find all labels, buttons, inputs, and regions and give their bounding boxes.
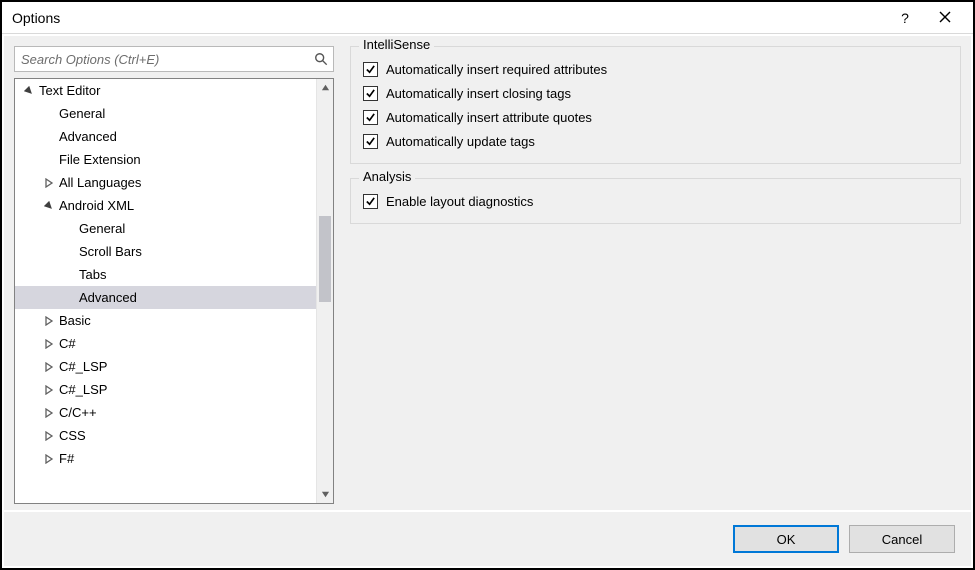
expander-closed-icon[interactable]	[43, 430, 55, 442]
expander-closed-icon[interactable]	[43, 361, 55, 373]
tree-node[interactable]: General	[15, 102, 316, 125]
search-input[interactable]	[14, 46, 334, 72]
tree-node[interactable]: Advanced	[15, 125, 316, 148]
checkbox-row[interactable]: Automatically insert closing tags	[363, 81, 948, 105]
tree-node[interactable]: Advanced	[15, 286, 316, 309]
tree-node[interactable]: Tabs	[15, 263, 316, 286]
settings-group: IntelliSenseAutomatically insert require…	[350, 46, 961, 164]
tree-node[interactable]: C#_LSP	[15, 378, 316, 401]
tree-node-label: File Extension	[59, 152, 141, 167]
tree-node[interactable]: C#	[15, 332, 316, 355]
tree-node-label: Text Editor	[39, 83, 100, 98]
tree-node[interactable]: Text Editor	[15, 79, 316, 102]
tree-node-label: Advanced	[59, 129, 117, 144]
tree-node[interactable]: All Languages	[15, 171, 316, 194]
tree-node-label: C#_LSP	[59, 359, 107, 374]
close-icon	[939, 10, 951, 26]
tree-node-label: General	[79, 221, 125, 236]
checkbox-label: Automatically insert required attributes	[386, 62, 607, 77]
tree-node-label: Android XML	[59, 198, 134, 213]
expander-closed-icon[interactable]	[43, 453, 55, 465]
left-column: Text Editor General Advanced File Extension…	[14, 46, 334, 504]
expander-closed-icon[interactable]	[43, 315, 55, 327]
tree-node-label: All Languages	[59, 175, 141, 190]
scroll-up-icon[interactable]	[317, 79, 333, 96]
expander-closed-icon[interactable]	[43, 407, 55, 419]
dialog-footer: OK Cancel	[4, 512, 971, 566]
tree-node-label: C/C++	[59, 405, 97, 420]
checkbox[interactable]	[363, 62, 378, 77]
tree-node[interactable]: General	[15, 217, 316, 240]
expander-open-icon[interactable]	[43, 200, 55, 212]
checkbox-row[interactable]: Automatically insert required attributes	[363, 57, 948, 81]
checkbox[interactable]	[363, 134, 378, 149]
help-button[interactable]: ?	[885, 2, 925, 34]
close-button[interactable]	[925, 2, 965, 34]
tree-node[interactable]: CSS	[15, 424, 316, 447]
expander-open-icon[interactable]	[23, 85, 35, 97]
client-area: Text Editor General Advanced File Extension…	[4, 36, 971, 510]
tree-node[interactable]: Scroll Bars	[15, 240, 316, 263]
expander-closed-icon[interactable]	[43, 177, 55, 189]
checkbox-label: Automatically insert attribute quotes	[386, 110, 592, 125]
checkbox-label: Automatically insert closing tags	[386, 86, 571, 101]
group-legend: Analysis	[359, 169, 415, 184]
titlebar: Options ?	[2, 2, 973, 34]
checkbox[interactable]	[363, 110, 378, 125]
tree-node-label: Scroll Bars	[79, 244, 142, 259]
settings-panel: IntelliSenseAutomatically insert require…	[350, 46, 961, 504]
expander-closed-icon[interactable]	[43, 384, 55, 396]
tree-node-label: CSS	[59, 428, 86, 443]
search-wrap	[14, 46, 334, 72]
tree-node-label: Advanced	[79, 290, 137, 305]
checkbox-row[interactable]: Automatically update tags	[363, 129, 948, 153]
tree-node[interactable]: C/C++	[15, 401, 316, 424]
scroll-thumb[interactable]	[319, 216, 331, 302]
tree-node-label: F#	[59, 451, 74, 466]
checkbox-label: Enable layout diagnostics	[386, 194, 533, 209]
ok-button[interactable]: OK	[733, 525, 839, 553]
checkbox-row[interactable]: Enable layout diagnostics	[363, 189, 948, 213]
tree-node-label: C#_LSP	[59, 382, 107, 397]
settings-group: AnalysisEnable layout diagnostics	[350, 178, 961, 224]
tree-node-label: C#	[59, 336, 76, 351]
tree-node[interactable]: Basic	[15, 309, 316, 332]
scroll-down-icon[interactable]	[317, 486, 333, 503]
window-title: Options	[12, 10, 60, 26]
tree-node-label: General	[59, 106, 105, 121]
cancel-button[interactable]: Cancel	[849, 525, 955, 553]
tree-node[interactable]: Android XML	[15, 194, 316, 217]
group-legend: IntelliSense	[359, 37, 434, 52]
expander-closed-icon[interactable]	[43, 338, 55, 350]
tree-node-label: Tabs	[79, 267, 106, 282]
checkbox-label: Automatically update tags	[386, 134, 535, 149]
options-tree: Text Editor General Advanced File Extension…	[14, 78, 334, 504]
tree-scrollbar[interactable]	[316, 79, 333, 503]
tree-node-label: Basic	[59, 313, 91, 328]
checkbox[interactable]	[363, 194, 378, 209]
search-icon	[312, 50, 330, 68]
tree-node[interactable]: C#_LSP	[15, 355, 316, 378]
tree-node[interactable]: File Extension	[15, 148, 316, 171]
checkbox-row[interactable]: Automatically insert attribute quotes	[363, 105, 948, 129]
checkbox[interactable]	[363, 86, 378, 101]
tree-node[interactable]: F#	[15, 447, 316, 470]
